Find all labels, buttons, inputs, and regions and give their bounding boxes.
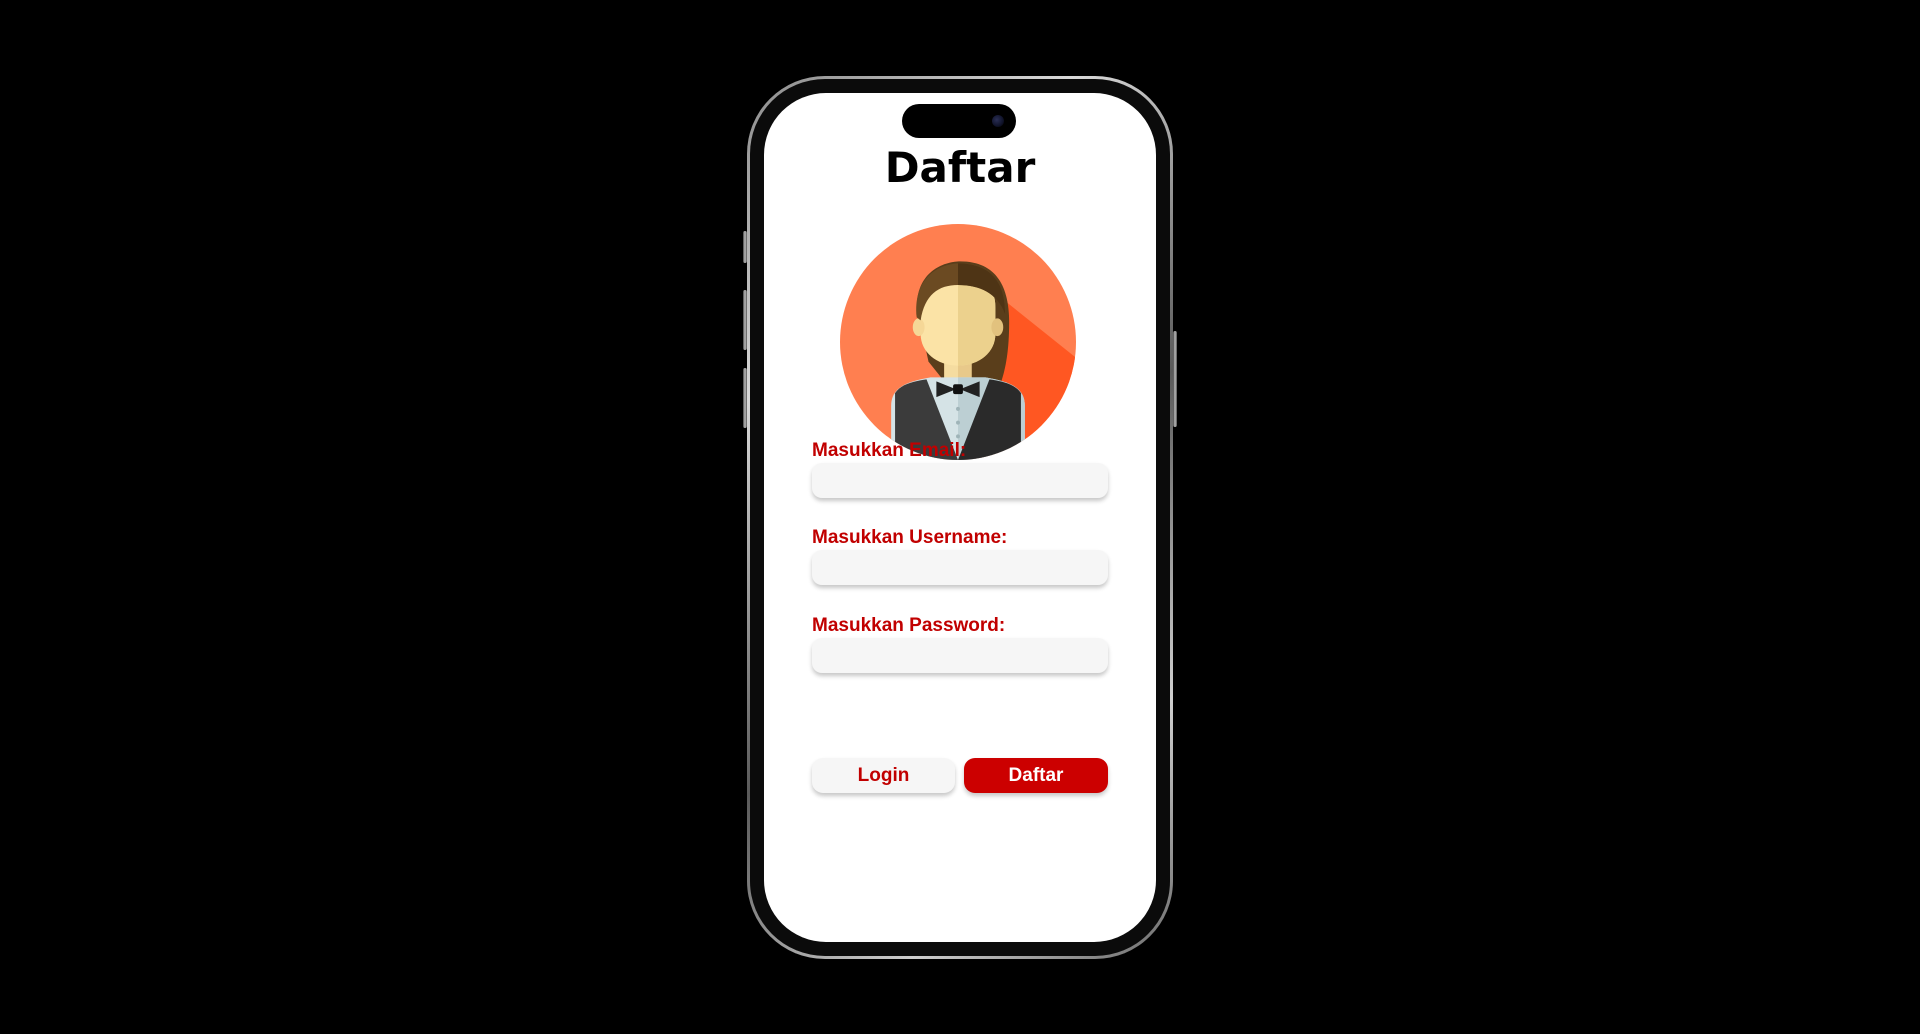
- username-label: Masukkan Username:: [812, 527, 1008, 548]
- email-label: Masukkan Email:: [812, 440, 967, 461]
- power-button: [1173, 331, 1177, 427]
- action-button: [743, 231, 747, 263]
- daftar-button[interactable]: Daftar: [964, 758, 1108, 793]
- password-label: Masukkan Password:: [812, 615, 1006, 636]
- dynamic-island: [902, 104, 1016, 138]
- phone-bezel: Daftar Masukkan Email: Masukkan Username…: [750, 79, 1170, 956]
- volume-up-button: [743, 290, 747, 350]
- front-camera-icon: [992, 115, 1004, 127]
- page-title: Daftar: [884, 143, 1036, 192]
- phone-frame: Daftar Masukkan Email: Masukkan Username…: [743, 76, 1177, 959]
- volume-down-button: [743, 368, 747, 428]
- username-field[interactable]: [812, 550, 1108, 585]
- phone-screen: Daftar Masukkan Email: Masukkan Username…: [764, 93, 1156, 942]
- desktop-background: Daftar Masukkan Email: Masukkan Username…: [0, 0, 1920, 1034]
- email-field[interactable]: [812, 463, 1108, 498]
- login-button[interactable]: Login: [812, 758, 955, 793]
- waitress-avatar-icon: [840, 224, 1076, 460]
- password-field[interactable]: [812, 638, 1108, 673]
